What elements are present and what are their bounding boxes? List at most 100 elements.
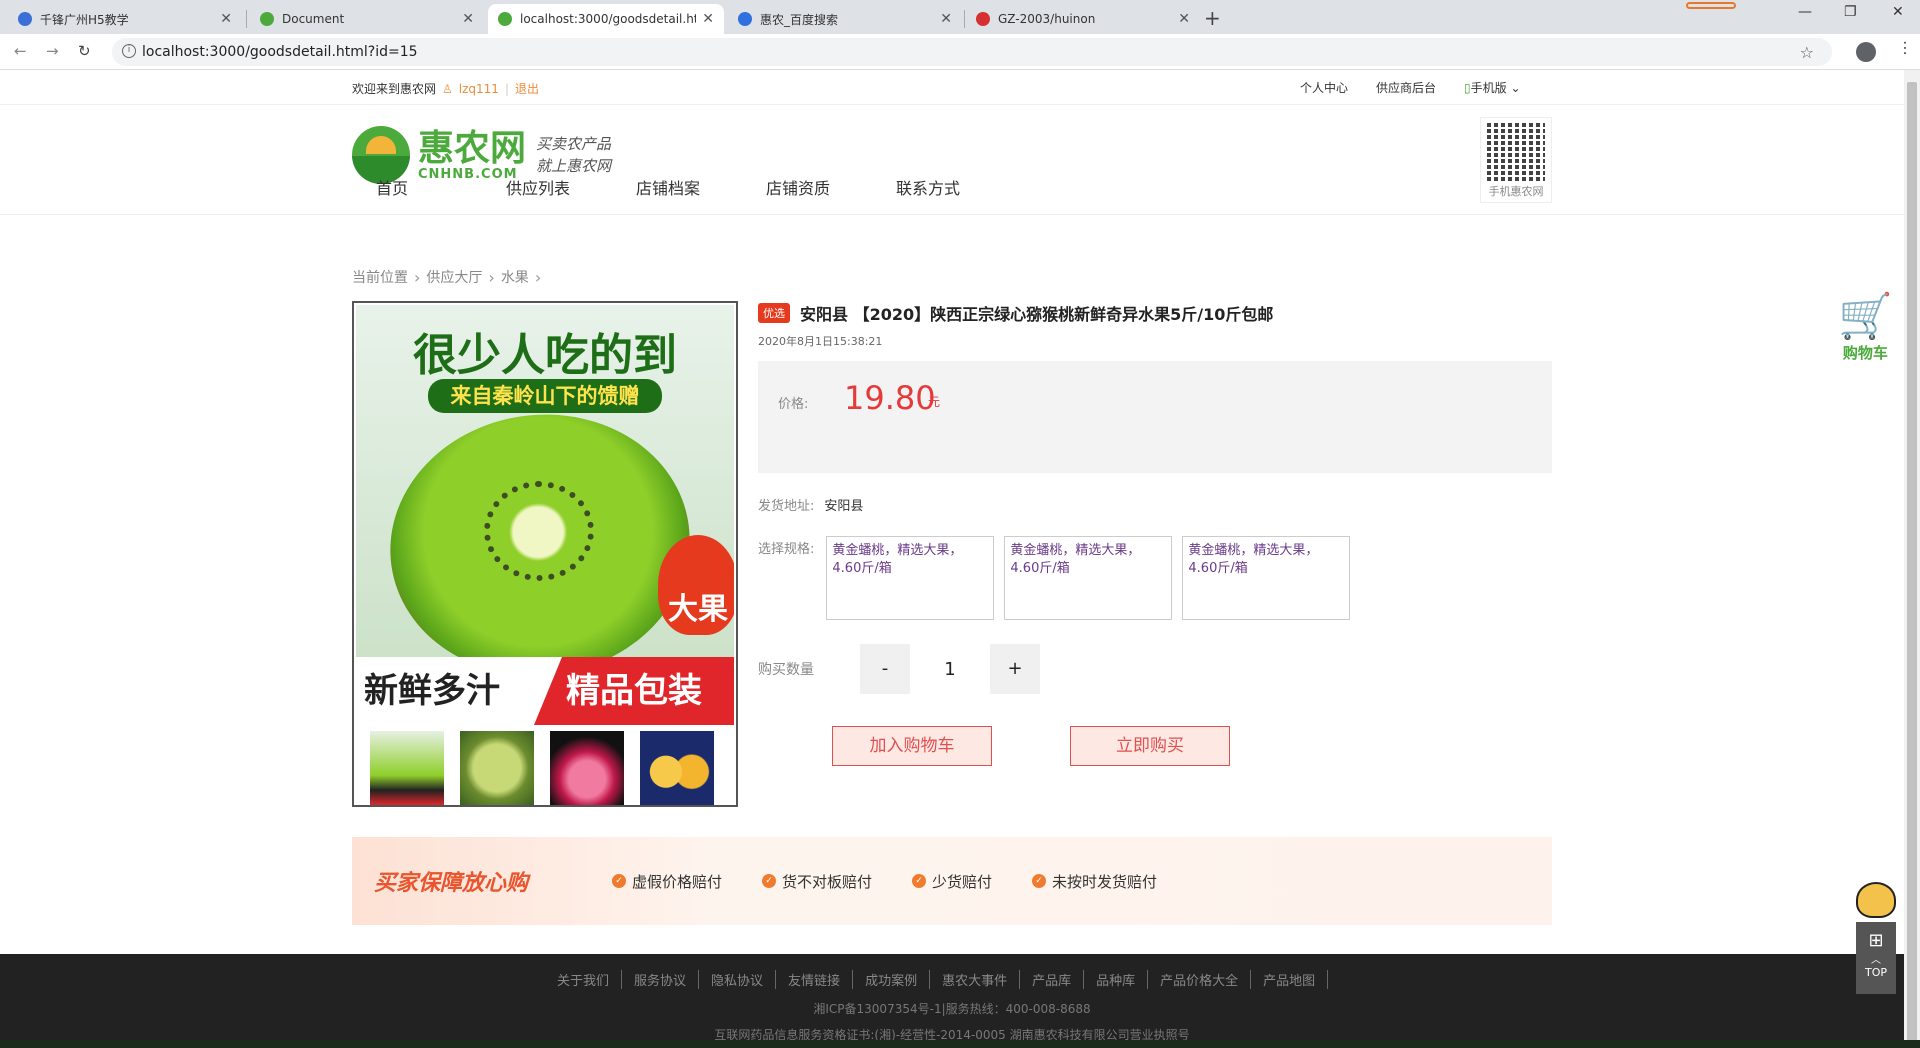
big-fruit-badge: 大果 [658,535,734,635]
tab-favicon-icon [498,12,512,26]
minimize-icon[interactable]: — [1798,4,1812,20]
chevron-right-icon: › [534,267,542,287]
browser-tab[interactable]: GZ-2003/huinon ✕ [966,4,1200,34]
nav-contact[interactable]: 联系方式 [872,175,1002,199]
nav-shop-profile[interactable]: 店铺档案 [612,175,742,199]
footer-link[interactable]: 产品价格大全 [1148,970,1252,989]
os-taskbar [0,1040,1920,1048]
back-icon[interactable]: ← [14,42,27,60]
tab-title: localhost:3000/goodsdetail.htm [520,12,697,26]
shopping-cart-icon: 🛒 [1838,291,1893,342]
add-to-cart-button[interactable]: 加入购物车 [832,726,992,766]
tab-title: 千锋广州H5教学 [40,12,129,27]
site-footer: 关于我们 服务协议 隐私协议 友情链接 成功案例 惠农大事件 产品库 品种库 产… [0,954,1904,1048]
price-label: 价格: [778,397,809,412]
browser-tab[interactable]: 惠农_百度搜索 ✕ [728,4,962,34]
footer-link[interactable]: 产品库 [1020,970,1085,989]
product-main-image[interactable]: 很少人吃的到 来自秦岭山下的馈赠 大果 新鲜多汁 精品包装 [356,305,734,725]
footer-link[interactable]: 友情链接 [776,970,854,989]
address-bar-row: ← → ↻ i localhost:3000/goodsdetail.html?… [0,34,1920,70]
breadcrumb-supply-hall[interactable]: 供应大厅 [426,267,482,287]
top-utility-bar: 欢迎来到惠农网 ♙ lzq111 | 退出 个人中心 供应商后台 ▯手机版 ⌄ [0,70,1904,105]
thumbnail-peach[interactable] [640,731,714,805]
phone-icon: ▯ [1464,81,1471,95]
spec-row: 选择规格: 黄金蟠桃，精选大果，4.60斤/箱 黄金蟠桃，精选大果，4.60斤/… [758,536,1552,620]
url-field[interactable]: i localhost:3000/goodsdetail.html?id=15 … [112,38,1832,66]
quantity-row: 购买数量 - 1 + [758,644,1552,694]
supplier-backend-link[interactable]: 供应商后台 [1376,79,1436,96]
breadcrumb-fruit[interactable]: 水果 [501,267,529,287]
buy-now-button[interactable]: 立即购买 [1070,726,1230,766]
footer-link[interactable]: 隐私协议 [699,970,777,989]
logout-link[interactable]: 退出 [515,80,539,97]
slogan-line-2: 就上惠农网 [536,157,612,175]
thumbnail-kiwi[interactable] [370,731,444,805]
new-tab-button[interactable]: + [1204,6,1221,30]
site-header: 惠农网 CNHNB.COM 买卖农产品 就上惠农网 手机惠农网 首页 供应列表 … [0,105,1904,215]
restore-icon[interactable]: ❐ [1844,4,1857,20]
price-unit: 元 [928,395,941,409]
qty-plus-button[interactable]: + [990,644,1040,694]
nav-supply-list[interactable]: 供应列表 [482,175,612,199]
breadcrumb: 当前位置 › 供应大厅 › 水果 › [352,267,541,287]
forward-icon[interactable]: → [46,42,59,60]
bookmark-star-icon[interactable]: ☆ [1800,43,1814,62]
browser-tab[interactable]: Document ✕ [250,4,484,34]
close-tab-icon[interactable]: ✕ [462,11,474,27]
footer-link[interactable]: 服务协议 [622,970,700,989]
spec-option[interactable]: 黄金蟠桃，精选大果，4.60斤/箱 [1004,536,1173,620]
reload-icon[interactable]: ↻ [78,42,91,60]
browser-tab-active[interactable]: localhost:3000/goodsdetail.htm ✕ [488,4,724,34]
browser-menu-icon[interactable]: ⋯ [1896,40,1915,56]
mobile-version-link[interactable]: ▯手机版 ⌄ [1464,79,1521,96]
guarantee-item-label: 货不对板赔付 [782,872,873,891]
price-value: 19.80 [844,379,936,417]
mobile-version-label: 手机版 [1470,81,1507,95]
mascot-icon[interactable] [1856,882,1896,918]
qty-minus-button[interactable]: - [860,644,910,694]
back-to-top-button[interactable]: ⊞ ︿ TOP [1856,922,1896,994]
close-tab-icon[interactable]: ✕ [702,11,714,27]
floating-tools: ⊞ ︿ TOP [1856,882,1896,1002]
footer-link[interactable]: 品种库 [1084,970,1149,989]
check-icon: ✓ [1032,874,1047,888]
qty-value[interactable]: 1 [910,659,990,680]
close-window-icon[interactable]: ✕ [1892,4,1904,20]
cart-label: 购物车 [1842,344,1888,362]
username-link[interactable]: lzq111 [459,82,499,96]
footer-link[interactable]: 成功案例 [853,970,931,989]
guarantee-item-label: 少货赔付 [932,872,993,891]
personal-center-link[interactable]: 个人中心 [1300,79,1348,96]
site-info-icon[interactable]: i [122,44,136,58]
footer-link[interactable]: 关于我们 [545,970,623,989]
scrollbar-thumb[interactable] [1907,82,1917,1042]
thumbnail-pear[interactable] [460,731,534,805]
nav-home[interactable]: 首页 [352,175,482,199]
product-title: 安阳县 【2020】陕西正宗绿心猕猴桃新鲜奇异水果5斤/10斤包邮 [800,305,1274,324]
page-scrollbar[interactable] [1904,70,1920,1048]
close-tab-icon[interactable]: ✕ [220,11,232,27]
image-subline: 来自秦岭山下的馈赠 [428,379,662,413]
nav-shop-qualification[interactable]: 店铺资质 [742,175,872,199]
ship-value: 安阳县 [824,499,864,514]
close-tab-icon[interactable]: ✕ [940,11,952,27]
footer-links: 关于我们 服务协议 隐私协议 友情链接 成功案例 惠农大事件 产品库 品种库 产… [545,970,1329,989]
kiwi-seeds-graphic [484,481,594,581]
account-avatar-icon[interactable] [1856,42,1876,62]
thumbnail-dragonfruit[interactable] [550,731,624,805]
guarantee-title: 买家保障放心购 [374,871,529,896]
web-page: 欢迎来到惠农网 ♙ lzq111 | 退出 个人中心 供应商后台 ▯手机版 ⌄ … [0,70,1904,1048]
guarantee-item-label: 虚假价格赔付 [632,872,723,891]
qr-caption: 手机惠农网 [1488,185,1544,198]
spec-option[interactable]: 黄金蟠桃，精选大果，4.60斤/箱 [1182,536,1351,620]
main-nav: 首页 供应列表 店铺档案 店铺资质 联系方式 [352,175,1002,199]
spec-option[interactable]: 黄金蟠桃，精选大果，4.60斤/箱 [826,536,995,620]
close-tab-icon[interactable]: ✕ [1178,11,1190,27]
progress-indicator [1686,2,1736,9]
footer-link[interactable]: 产品地图 [1251,970,1329,989]
browser-tab[interactable]: 千锋广州H5教学 ✕ [8,4,242,34]
floating-cart[interactable]: 🛒 购物车 [1838,290,1893,363]
url-text: localhost:3000/goodsdetail.html?id=15 [142,44,418,60]
footer-link[interactable]: 惠农大事件 [930,970,1021,989]
chevron-right-icon: › [488,267,495,287]
